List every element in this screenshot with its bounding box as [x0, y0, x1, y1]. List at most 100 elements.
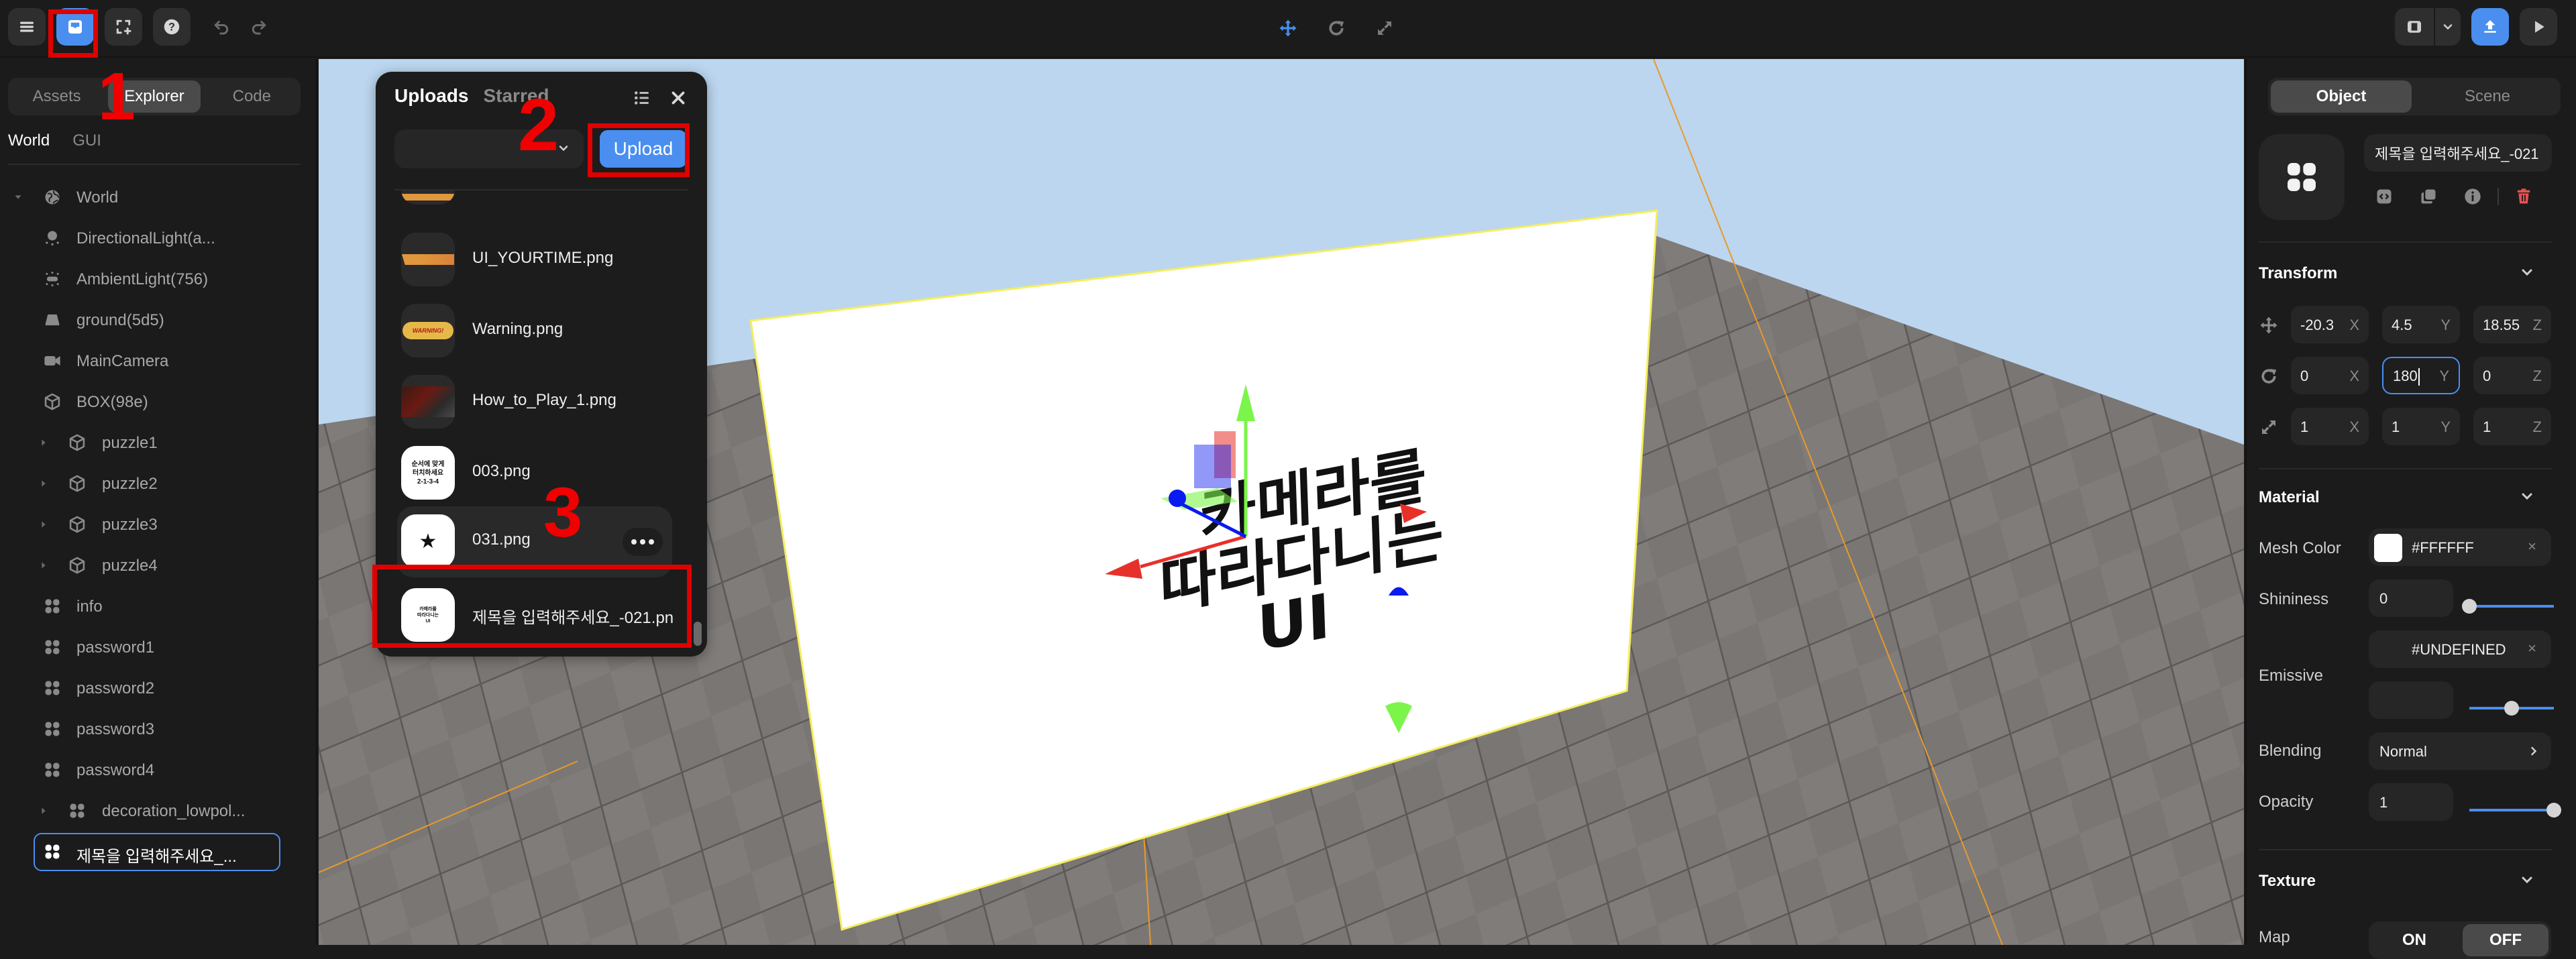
list-icon[interactable] — [632, 88, 652, 108]
emissive-slider[interactable] — [2469, 701, 2554, 716]
uploads-button[interactable] — [56, 8, 94, 46]
divider — [394, 189, 688, 190]
layout-button[interactable] — [2395, 8, 2434, 46]
clear-icon[interactable]: × — [2528, 640, 2536, 657]
map-on-button[interactable]: ON — [2371, 924, 2457, 956]
chevron-down-icon[interactable] — [2519, 264, 2535, 280]
tab-scene[interactable]: Scene — [2417, 80, 2558, 113]
upload-item[interactable]: 카메라를 따라다니는 UI 제목을 입력해주세요_-021.png — [392, 580, 680, 650]
scale-x-input[interactable]: 1X — [2291, 408, 2369, 445]
redo-button[interactable] — [244, 12, 274, 42]
upload-item[interactable]: 순서에 맞게 터치하세요 2-1-3-4 003.png — [392, 438, 680, 508]
slider-knob[interactable] — [2462, 599, 2477, 614]
caret-right-icon[interactable] — [38, 437, 50, 449]
opacity-slider[interactable] — [2469, 803, 2561, 817]
chevron-down-icon[interactable] — [2519, 872, 2535, 888]
menu-button[interactable] — [8, 8, 46, 46]
emissive-intensity-input[interactable] — [2369, 681, 2453, 719]
position-z-input[interactable]: 18.55 Z — [2473, 306, 2551, 343]
shininess-input[interactable]: 0 — [2369, 579, 2453, 617]
mesh-color-swatch[interactable] — [2374, 534, 2402, 562]
mesh-color-input[interactable]: #FFFFFF × — [2369, 528, 2551, 566]
tab-code[interactable]: Code — [206, 80, 298, 113]
object-name-input[interactable]: 제목을 입력해주세요_-021 — [2364, 134, 2552, 172]
info-button[interactable] — [2463, 186, 2483, 207]
tree-item[interactable]: password3 — [0, 709, 317, 750]
upload-item[interactable]: ...png — [392, 190, 680, 213]
caret-right-icon[interactable] — [38, 518, 50, 530]
tab-assets[interactable]: Assets — [11, 80, 103, 113]
position-y-input[interactable]: 4.5 Y — [2382, 306, 2460, 343]
clear-icon[interactable]: × — [2528, 538, 2536, 555]
tab-explorer[interactable]: Explorer — [108, 80, 201, 113]
tree-item[interactable]: MainCamera — [0, 341, 317, 382]
upload-button[interactable]: Upload — [600, 130, 687, 168]
emissive-color-input[interactable]: #UNDEFINED × — [2369, 630, 2551, 668]
upload-thumbnail: WARNING! — [401, 304, 455, 357]
scale-z-input[interactable]: 1Z — [2473, 408, 2551, 445]
rotation-y-input[interactable]: 180 Y — [2382, 357, 2460, 394]
help-button[interactable]: ? — [153, 8, 191, 46]
tab-starred[interactable]: Starred — [483, 85, 549, 107]
tree-item[interactable]: decoration_lowpol... — [0, 791, 317, 832]
caret-right-icon[interactable] — [38, 559, 50, 571]
scale-tool-button[interactable] — [1370, 13, 1399, 43]
gizmo-handle-z[interactable] — [1169, 490, 1186, 507]
tree-item[interactable]: password1 — [0, 627, 317, 668]
upload-item-hovered[interactable]: ★ 031.png — [397, 506, 672, 577]
tab-uploads[interactable]: Uploads — [394, 85, 468, 107]
tree-item[interactable]: 제목을 입력해주세요_... — [0, 832, 317, 872]
caret-down-icon[interactable] — [12, 191, 24, 203]
tree-item[interactable]: puzzle4 — [0, 545, 317, 586]
tree-item[interactable]: AmbientLight(756) — [0, 259, 317, 300]
move-tool-button[interactable] — [1273, 13, 1303, 43]
slider-knob[interactable] — [2504, 701, 2519, 716]
subtab-world[interactable]: World — [8, 131, 50, 150]
layout-dropdown-button[interactable] — [2435, 8, 2461, 46]
blending-select[interactable]: Normal — [2369, 732, 2551, 770]
subtab-gui[interactable]: GUI — [72, 131, 101, 150]
chevron-down-icon[interactable] — [2519, 488, 2535, 504]
tree-item-label: BOX(98e) — [76, 393, 148, 411]
tree-item[interactable]: ground(5d5) — [0, 300, 317, 341]
caret-right-icon[interactable] — [38, 477, 50, 490]
uploads-scrollbar[interactable] — [694, 622, 702, 646]
tree-item-label: password2 — [76, 679, 155, 697]
tree-item[interactable]: puzzle2 — [0, 463, 317, 504]
rotation-x-input[interactable]: 0X — [2291, 357, 2369, 394]
upload-item[interactable]: WARNING! Warning.png — [392, 296, 680, 365]
undo-button[interactable] — [207, 12, 236, 42]
divider — [2259, 241, 2553, 243]
opacity-input[interactable]: 1 — [2369, 783, 2453, 821]
publish-button[interactable] — [2471, 8, 2509, 46]
chevron-right-icon — [2531, 746, 2537, 756]
tab-object[interactable]: Object — [2271, 80, 2412, 113]
tree-item[interactable]: puzzle1 — [0, 422, 317, 463]
duplicate-button[interactable] — [2418, 186, 2438, 207]
scale-y-input[interactable]: 1Y — [2382, 408, 2460, 445]
rotate-tool-button[interactable] — [1322, 13, 1351, 43]
upload-item[interactable]: How_to_Play_1.png — [392, 367, 680, 437]
tree-item[interactable]: World — [0, 177, 317, 218]
uploads-filter-select[interactable] — [394, 129, 584, 168]
tree-item[interactable]: password4 — [0, 750, 317, 791]
position-x-input[interactable]: -20.3 X — [2291, 306, 2369, 343]
code-button[interactable] — [2374, 186, 2394, 207]
tree-item[interactable]: DirectionalLight(a... — [0, 218, 317, 259]
tree-item[interactable]: password2 — [0, 668, 317, 709]
delete-button[interactable] — [2514, 186, 2534, 207]
capture-button[interactable] — [105, 8, 142, 46]
gizmo-plane-yz[interactable] — [1194, 445, 1231, 488]
tree-item[interactable]: info — [0, 586, 317, 627]
tree-item[interactable]: BOX(98e) — [0, 382, 317, 422]
rotation-z-input[interactable]: 0Z — [2473, 357, 2551, 394]
shininess-slider[interactable] — [2462, 599, 2554, 614]
more-options-button[interactable] — [623, 528, 663, 556]
map-off-button[interactable]: OFF — [2463, 924, 2548, 956]
slider-knob[interactable] — [2546, 803, 2561, 817]
tree-item[interactable]: puzzle3 — [0, 504, 317, 545]
upload-item[interactable]: UI_YOURTIME.png — [392, 225, 680, 294]
caret-right-icon[interactable] — [38, 805, 50, 817]
close-icon[interactable] — [668, 88, 688, 108]
play-button[interactable] — [2520, 8, 2557, 46]
